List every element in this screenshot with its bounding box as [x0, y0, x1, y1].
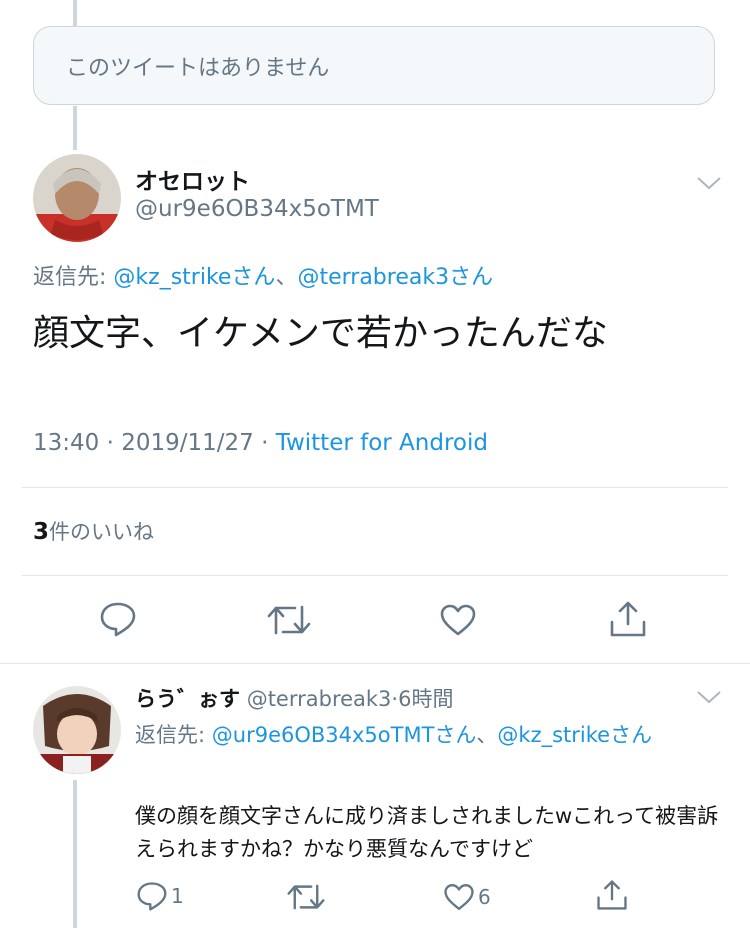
reply-count: 1 [171, 884, 184, 908]
reply-button[interactable] [99, 601, 137, 637]
replying-link-1[interactable]: @kz_strikeさん [113, 265, 275, 290]
reply-icon [100, 602, 136, 637]
reply-share-button[interactable] [596, 879, 628, 911]
like-count: 6 [478, 885, 491, 909]
thread-line-top [73, 0, 77, 26]
retweet-icon [267, 605, 311, 635]
retweet-icon [287, 884, 325, 910]
divider [0, 663, 750, 664]
thread-line-mid [73, 106, 77, 150]
reply-header[interactable]: らう゛ぉす @terrabreak3·6時間 [135, 683, 453, 713]
likes-label: 件のいいね [49, 520, 155, 544]
avatar[interactable] [33, 154, 121, 242]
reply-retweet-button[interactable] [287, 882, 328, 912]
tweet-source[interactable]: Twitter for Android [276, 430, 488, 456]
author-name[interactable]: オセロット [135, 162, 250, 196]
replying-link-2[interactable]: @terrabreak3さん [297, 265, 493, 290]
retweet-button[interactable] [267, 603, 311, 637]
like-icon [444, 884, 474, 910]
reply-replying-to: 返信先: @ur9e6OB34x5oTMTさん、@kz_strikeさん [135, 718, 715, 752]
share-button[interactable] [609, 600, 647, 638]
reply-reply-button[interactable]: 1 [136, 881, 184, 911]
replying-to: 返信先: @kz_strikeさん、@terrabreak3さん [33, 259, 493, 291]
chevron-down-icon[interactable] [696, 175, 722, 191]
unavailable-tweet-text: このツイートはありません [66, 55, 330, 81]
likes-count: 3 [33, 519, 50, 545]
reply-replying-prefix: 返信先: [135, 723, 212, 747]
like-icon [440, 604, 476, 636]
reply-author-handle[interactable]: @terrabreak3 [247, 687, 392, 711]
replying-prefix: 返信先: [33, 265, 114, 290]
share-icon [597, 880, 627, 910]
reply-avatar[interactable] [33, 686, 121, 774]
thread-line-bottom [73, 780, 77, 928]
tweet-text: 顔文字、イケメンで若かったんだな [33, 313, 608, 354]
tweet-meta: 13:40 · 2019/11/27 · Twitter for Android [33, 430, 488, 456]
reply-text: 僕の顔を顔文字さんに成り済ましされましたwこれって被害訴えられますかね？かなり悪… [135, 804, 719, 861]
like-button[interactable] [439, 603, 477, 637]
reply-icon [137, 882, 167, 911]
reply-replying-link-1[interactable]: @ur9e6OB34x5oTMTさん [212, 723, 477, 747]
likes-summary[interactable]: 3件のいいね [33, 516, 154, 546]
chevron-down-icon[interactable] [696, 689, 722, 705]
reply-replying-sep: 、 [476, 723, 498, 747]
divider [22, 575, 728, 576]
share-icon [610, 601, 646, 637]
divider [22, 487, 728, 488]
author-handle[interactable]: @ur9e6OB34x5oTMT [135, 196, 379, 222]
unavailable-tweet-notice: このツイートはありません [33, 26, 715, 105]
reply-author-name[interactable]: らう゛ぉす [135, 687, 240, 711]
replying-sep: 、 [275, 265, 298, 290]
reply-replying-link-2[interactable]: @kz_strikeさん [497, 723, 652, 747]
reply-like-button[interactable]: 6 [443, 882, 491, 912]
reply-time: ·6時間 [391, 687, 454, 711]
tweet-time: 13:40 · 2019/11/27 · [33, 430, 276, 456]
